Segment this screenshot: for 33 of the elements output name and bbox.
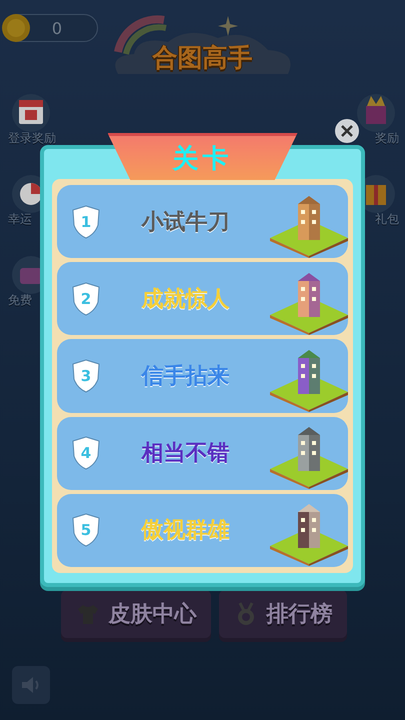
game-title: 合图高手 (152, 42, 252, 74)
side-label: 奖励 (375, 130, 399, 147)
dialog-title: 关卡 (172, 142, 232, 176)
shield-icon (71, 282, 101, 316)
shield-icon (71, 513, 101, 548)
level-number: 5 (80, 521, 92, 540)
level-item[interactable]: 3 信手拈来 (57, 339, 348, 413)
level-number: 1 (80, 212, 92, 231)
level-number: 2 (80, 290, 92, 308)
side-label: 登录奖励 (8, 130, 56, 147)
menu-button[interactable]: 排行榜 (218, 590, 346, 638)
side-label: 礼包 (375, 211, 399, 228)
level-item[interactable]: 2 成就惊人 (57, 262, 348, 336)
level-item[interactable]: 1 小试牛刀 (57, 185, 348, 258)
level-number: 3 (80, 367, 92, 385)
shield-icon (71, 204, 101, 239)
coin-icon (1, 13, 31, 43)
level-item[interactable]: 5 傲视群雄 (57, 494, 348, 568)
close-icon (340, 124, 354, 138)
shield-icon (71, 436, 101, 470)
shield-icon (71, 359, 101, 393)
coin-count: 0 (50, 18, 64, 38)
side-label: 免费 (8, 292, 32, 309)
side-label: 幸运 (8, 211, 32, 228)
level-number: 4 (80, 444, 92, 462)
menu-button[interactable]: 皮肤中心 (60, 590, 210, 638)
level-name: 傲视群雄 (140, 517, 230, 546)
level-name: 相当不错 (140, 440, 230, 468)
close-button[interactable] (335, 119, 359, 143)
level-name: 成就惊人 (140, 286, 230, 314)
level-item[interactable]: 4 相当不错 (57, 416, 348, 490)
level-name: 信手拈来 (140, 363, 230, 391)
level-name: 小试牛刀 (140, 208, 230, 237)
